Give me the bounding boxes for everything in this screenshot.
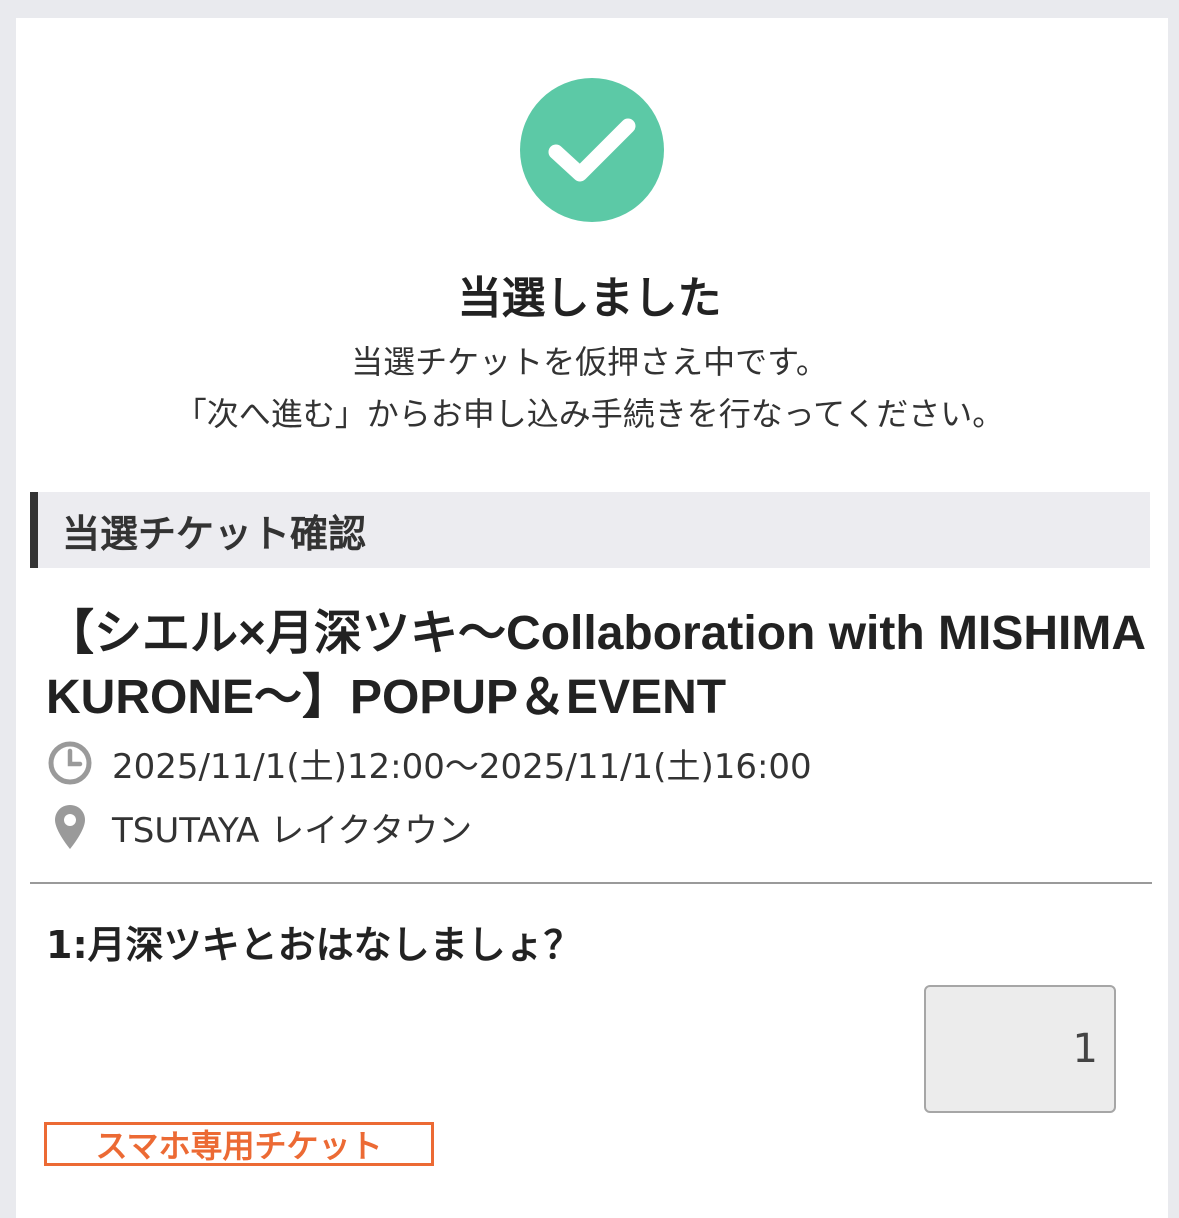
quantity-field[interactable]: 1	[924, 985, 1116, 1113]
clock-icon	[46, 739, 94, 787]
section-heading: 当選チケット確認	[30, 492, 1150, 568]
event-datetime-row: 2025/11/1(土)12:00〜2025/11/1(土)16:00	[46, 738, 812, 788]
result-message-line2: 「次へ進む」からお申し込み手続きを行なってください。	[174, 395, 1005, 433]
check-circle-icon	[520, 78, 664, 222]
event-venue-row: TSUTAYA レイクタウン	[46, 802, 472, 852]
mobile-only-badge: スマホ専用チケット	[44, 1122, 434, 1166]
event-venue: TSUTAYA レイクタウン	[112, 810, 473, 851]
divider	[30, 882, 1152, 884]
result-title: 当選しました	[457, 273, 722, 324]
event-title: 【シエル×月深ツキ〜Collaboration with MISHIMA KUR…	[46, 607, 1145, 724]
location-pin-icon	[46, 803, 94, 851]
result-message: 当選チケットを仮押さえ中です。 「次へ進む」からお申し込み手続きを行なってくださ…	[0, 336, 1179, 440]
event-datetime: 2025/11/1(土)12:00〜2025/11/1(土)16:00	[112, 746, 812, 787]
ticket-name: 1:月深ツキとおはなしましょ？	[46, 923, 582, 967]
result-message-line1: 当選チケットを仮押さえ中です。	[351, 343, 828, 381]
